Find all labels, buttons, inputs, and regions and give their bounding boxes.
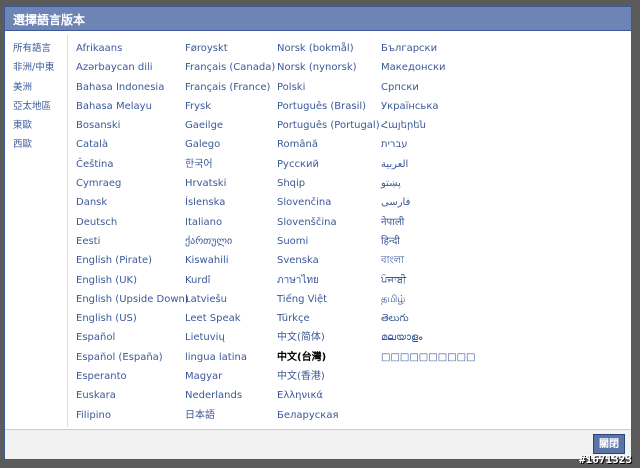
language-link[interactable]: Filipino (76, 406, 189, 425)
language-link[interactable]: Português (Brasil) (277, 97, 380, 116)
language-link[interactable]: Føroyskt (185, 39, 275, 58)
language-link[interactable]: English (Pirate) (76, 251, 189, 270)
language-link[interactable]: Български (381, 39, 475, 58)
language-link[interactable]: ภาษาไทย (277, 271, 380, 290)
language-link[interactable]: Čeština (76, 155, 189, 174)
language-link[interactable]: Svenska (277, 251, 380, 270)
region-filter-item[interactable]: 西歐 (13, 135, 67, 154)
language-link[interactable]: Беларуская (277, 406, 380, 425)
language-link[interactable]: Ελληνικά (277, 386, 380, 405)
close-button[interactable]: 關閉 (593, 434, 625, 454)
language-link[interactable]: Español (76, 328, 189, 347)
language-dialog: 選擇語言版本 所有語言 非洲/中東 美洲 亞太地區 東歐 西歐 Afrikaans Azər… (4, 6, 632, 460)
region-filter-item[interactable]: 東歐 (13, 116, 67, 135)
language-link[interactable]: Français (France) (185, 78, 275, 97)
language-link[interactable]: Bosanski (76, 116, 189, 135)
language-link[interactable]: Bahasa Indonesia (76, 78, 189, 97)
language-link[interactable]: Bahasa Melayu (76, 97, 189, 116)
language-link[interactable]: Latviešu (185, 290, 275, 309)
language-link[interactable]: Eesti (76, 232, 189, 251)
watermark: #1671323 (579, 453, 632, 466)
language-link[interactable]: Norsk (bokmål) (277, 39, 380, 58)
language-link[interactable]: 中文(香港) (277, 367, 380, 386)
language-link[interactable]: ਪੰਜਾਬੀ (381, 271, 475, 290)
dialog-title-bar: 選擇語言版本 (5, 7, 631, 31)
region-filter-item[interactable]: 非洲/中東 (13, 58, 67, 77)
language-link[interactable]: Italiano (185, 213, 275, 232)
language-link[interactable]: Frysk (185, 97, 275, 116)
language-link[interactable]: Galego (185, 135, 275, 154)
language-link[interactable]: Euskara (76, 386, 189, 405)
dialog-title: 選擇語言版本 (13, 13, 86, 27)
language-link[interactable]: العربية (381, 155, 475, 174)
language-link[interactable]: 한국어 (185, 155, 275, 174)
language-link[interactable]: فارسی (381, 193, 475, 212)
region-filter-item[interactable]: 亞太地區 (13, 97, 67, 116)
language-link[interactable]: বাংলা (381, 251, 475, 270)
language-link[interactable]: नेपाली (381, 213, 475, 232)
language-link[interactable]: Română (277, 135, 380, 154)
language-link[interactable]: □□□□□□□□□□ (381, 348, 475, 367)
language-link[interactable]: Kiswahili (185, 251, 275, 270)
language-link[interactable]: Lietuvių (185, 328, 275, 347)
language-column-4: Български Македонски Српски Українська Հայեր… (381, 39, 475, 367)
region-filter-item[interactable]: 所有語言 (13, 39, 67, 58)
language-column-1: Afrikaans Azərbaycan dili Bahasa Indonesia… (76, 39, 189, 425)
language-link[interactable]: Magyar (185, 367, 275, 386)
language-link[interactable]: Deutsch (76, 213, 189, 232)
language-link[interactable]: Nederlands (185, 386, 275, 405)
language-link[interactable]: Українська (381, 97, 475, 116)
language-link[interactable]: Slovenčina (277, 193, 380, 212)
language-link[interactable]: Norsk (nynorsk) (277, 58, 380, 77)
language-link[interactable]: తెలుగు (381, 309, 475, 328)
language-link[interactable]: Türkçe (277, 309, 380, 328)
language-link[interactable]: Suomi (277, 232, 380, 251)
language-link[interactable]: 中文(简体) (277, 328, 380, 347)
language-link[interactable]: Kurdî (185, 271, 275, 290)
language-column-2: Føroyskt Français (Canada) Français (Franc… (185, 39, 275, 425)
region-filter-list: 所有語言 非洲/中東 美洲 亞太地區 東歐 西歐 (13, 39, 67, 155)
language-link[interactable]: Afrikaans (76, 39, 189, 58)
language-link[interactable]: Hrvatski (185, 174, 275, 193)
language-column-3: Norsk (bokmål) Norsk (nynorsk) Polski Portu… (277, 39, 380, 425)
language-link[interactable]: Español (España) (76, 348, 189, 367)
language-link[interactable]: தமிழ் (381, 290, 475, 309)
sidebar-divider (67, 35, 68, 427)
language-link[interactable]: پښتو (381, 174, 475, 193)
language-link[interactable]: Català (76, 135, 189, 154)
language-link[interactable]: Русский (277, 155, 380, 174)
language-link[interactable]: Esperanto (76, 367, 189, 386)
region-filter-item[interactable]: 美洲 (13, 78, 67, 97)
language-link[interactable]: עברית (381, 135, 475, 154)
language-link[interactable]: Cymraeg (76, 174, 189, 193)
language-link[interactable]: lingua latina (185, 348, 275, 367)
language-link[interactable]: Dansk (76, 193, 189, 212)
dialog-footer: 關閉 (5, 429, 631, 459)
language-link[interactable]: Français (Canada) (185, 58, 275, 77)
language-link[interactable]: English (Upside Down) (76, 290, 189, 309)
language-link[interactable]: Tiếng Việt (277, 290, 380, 309)
language-link[interactable]: Português (Portugal) (277, 116, 380, 135)
language-link[interactable]: हिन्दी (381, 232, 475, 251)
language-link[interactable]: മലയാളം (381, 328, 475, 347)
current-language: 中文(台灣) (277, 351, 327, 363)
language-link[interactable]: Azərbaycan dili (76, 58, 189, 77)
language-link[interactable]: 日本語 (185, 406, 275, 425)
language-link[interactable]: ქართული (185, 232, 275, 251)
language-link[interactable]: Gaeilge (185, 116, 275, 135)
language-link[interactable]: Leet Speak (185, 309, 275, 328)
language-link[interactable]: Српски (381, 78, 475, 97)
language-link[interactable]: Shqip (277, 174, 380, 193)
language-link[interactable]: Slovenščina (277, 213, 380, 232)
language-link[interactable]: English (US) (76, 309, 189, 328)
language-link[interactable]: Հայերեն (381, 116, 475, 135)
language-link[interactable]: Íslenska (185, 193, 275, 212)
language-link[interactable]: English (UK) (76, 271, 189, 290)
language-link[interactable]: Polski (277, 78, 380, 97)
language-link[interactable]: Македонски (381, 58, 475, 77)
